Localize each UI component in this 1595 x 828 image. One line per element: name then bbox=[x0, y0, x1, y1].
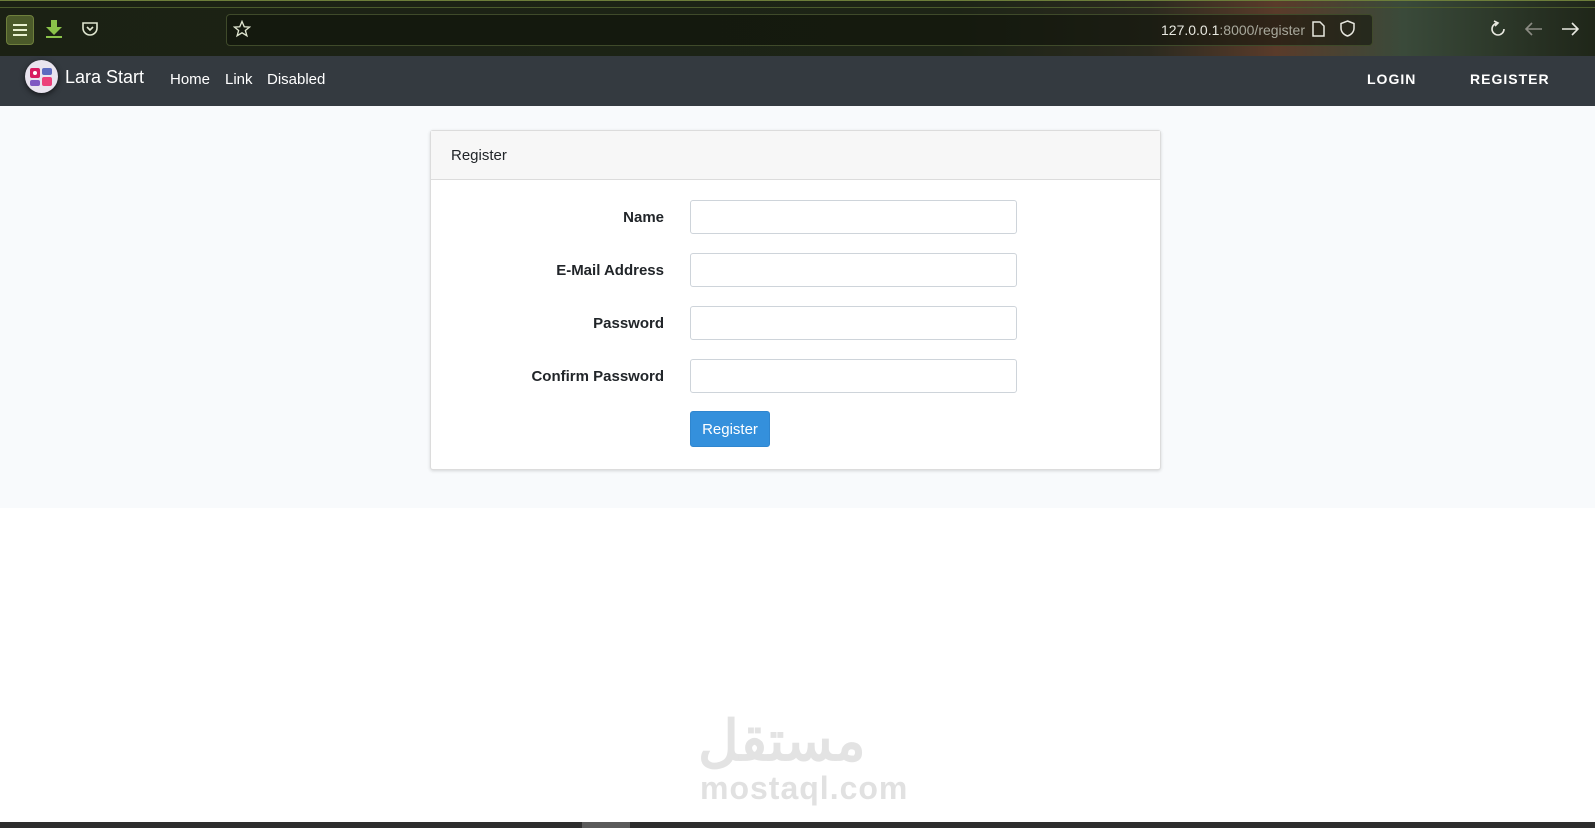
name-input[interactable] bbox=[690, 200, 1017, 234]
hamburger-icon bbox=[13, 24, 27, 36]
email-input[interactable] bbox=[690, 253, 1017, 287]
password-label: Password bbox=[593, 315, 664, 332]
brand-logo[interactable] bbox=[25, 60, 58, 93]
pocket-button[interactable] bbox=[76, 15, 104, 43]
nav-login-link[interactable]: LOGIN bbox=[1367, 71, 1416, 87]
download-button[interactable] bbox=[40, 15, 68, 43]
navbar: Lara Start Home Link Disabled LOGIN REGI… bbox=[0, 56, 1595, 106]
app-logo-icon bbox=[30, 68, 52, 86]
password-input[interactable] bbox=[690, 306, 1017, 340]
confirm-password-label: Confirm Password bbox=[531, 368, 664, 385]
arrow-left-icon[interactable] bbox=[1525, 22, 1543, 36]
url-path: :8000/register bbox=[1219, 22, 1305, 38]
page-icon[interactable] bbox=[1312, 21, 1325, 37]
bookmark-button[interactable] bbox=[228, 15, 256, 43]
watermark-arabic: مستقل bbox=[698, 709, 866, 772]
register-card: Register Name E-Mail Address Password Co… bbox=[430, 130, 1161, 470]
toolbar-divider bbox=[0, 7, 1595, 8]
reload-icon[interactable] bbox=[1489, 20, 1507, 38]
nav-link-home[interactable]: Home bbox=[170, 71, 210, 88]
star-icon bbox=[233, 20, 251, 38]
url-host: 127.0.0.1 bbox=[1161, 22, 1220, 38]
confirm-password-input[interactable] bbox=[690, 359, 1017, 393]
nav-link-disabled[interactable]: Disabled bbox=[267, 71, 325, 88]
bottom-scrollbar[interactable] bbox=[0, 822, 1595, 828]
pocket-icon bbox=[82, 21, 98, 36]
scrollbar-thumb[interactable] bbox=[582, 822, 630, 828]
url-text[interactable]: 127.0.0.1:8000/register bbox=[1161, 22, 1305, 38]
brand-name[interactable]: Lara Start bbox=[65, 67, 144, 88]
name-label: Name bbox=[623, 209, 664, 226]
email-label: E-Mail Address bbox=[556, 262, 664, 279]
card-title: Register bbox=[451, 147, 507, 164]
download-arrow-icon bbox=[46, 20, 62, 38]
watermark-latin: mostaql.com bbox=[700, 770, 909, 806]
nav-link-link[interactable]: Link bbox=[225, 71, 253, 88]
card-header: Register bbox=[431, 131, 1160, 180]
browser-toolbar: 127.0.0.1:8000/register bbox=[0, 0, 1595, 57]
menu-button[interactable] bbox=[6, 15, 34, 45]
nav-register-link[interactable]: REGISTER bbox=[1470, 71, 1550, 87]
arrow-right-icon[interactable] bbox=[1561, 22, 1579, 36]
register-button[interactable]: Register bbox=[690, 411, 770, 447]
shield-icon[interactable] bbox=[1340, 20, 1355, 37]
